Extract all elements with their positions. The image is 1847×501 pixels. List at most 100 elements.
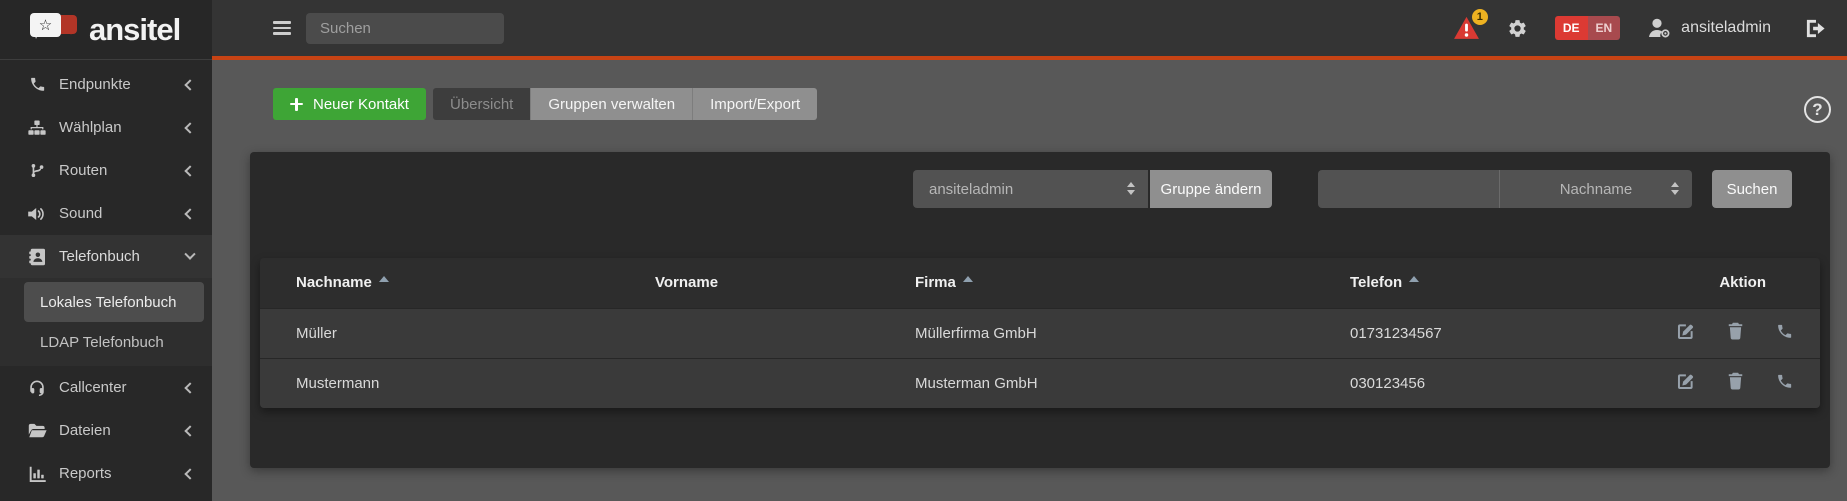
delete-contact-button[interactable] [1728,322,1743,340]
sidebar-subitem-label: Lokales Telefonbuch [40,294,177,311]
column-header-nachname[interactable]: Nachname [260,258,619,308]
cell-nachname: Mustermann [260,358,619,408]
sidebar-item-label: Endpunkte [59,76,186,93]
logout-button[interactable] [1804,18,1827,39]
contact-search-group: Nachname [1318,170,1692,208]
warning-notification-button[interactable]: 1 [1453,16,1480,40]
logout-icon [1804,18,1827,39]
chevron-left-icon [184,208,195,219]
cell-aktion [1554,308,1820,358]
group-select-value: ansiteladmin [929,181,1013,198]
column-header-telefon[interactable]: Telefon [1314,258,1554,308]
question-mark-icon: ? [1812,100,1822,120]
branch-icon [26,162,48,179]
tab-group: Übersicht Gruppen verwalten Import/Expor… [433,88,817,120]
ansitel-logo-icon: ☆ [30,12,80,48]
edit-icon [1676,372,1695,391]
cell-telefon: 030123456 [1314,358,1554,408]
new-contact-button[interactable]: Neuer Kontakt [273,88,426,120]
sidebar-item-label: Dateien [59,422,186,439]
chart-icon [26,466,48,482]
chevron-left-icon [184,382,195,393]
sidebar-item-callcenter[interactable]: Callcenter [0,366,212,409]
sitemap-icon [26,119,48,137]
sidebar: Endpunkte Wählplan Routen [0,60,212,501]
phone-icon [1776,373,1793,390]
trash-icon [1728,322,1743,340]
phone-icon [26,76,48,93]
chevron-left-icon [184,122,195,133]
call-contact-button[interactable] [1776,373,1793,390]
sidebar-subitem-ldap-telefonbuch[interactable]: LDAP Telefonbuch [0,322,212,362]
logo-bubble-white: ☆ [30,13,61,37]
sidebar-item-reports[interactable]: Reports [0,452,212,495]
sidebar-item-label: Callcenter [59,379,186,396]
search-button[interactable]: Suchen [1712,170,1792,208]
sidebar-subitem-lokales-telefonbuch[interactable]: Lokales Telefonbuch [24,282,204,322]
notification-count-badge: 1 [1472,9,1488,25]
brand-logo[interactable]: ☆ ansitel [0,0,212,60]
sidebar-subitem-label: LDAP Telefonbuch [40,334,164,351]
phonebook-panel: ansiteladmin Gruppe ändern Nachname Such… [250,152,1830,468]
chevron-left-icon [184,468,195,479]
sidebar-item-label: Wählplan [59,119,186,136]
settings-gear-button[interactable] [1507,18,1528,39]
volume-icon [26,206,48,222]
topbar-right-cluster: 1 DE EN [1453,16,1827,40]
chevron-left-icon [184,165,195,176]
call-contact-button[interactable] [1776,323,1793,340]
gear-icon [1507,18,1528,39]
cell-vorname [619,308,879,358]
tab-import-export[interactable]: Import/Export [692,88,817,120]
search-field-select[interactable]: Nachname [1500,170,1692,208]
lang-en-button[interactable]: EN [1588,16,1621,40]
sidebar-item-sound[interactable]: Sound [0,192,212,235]
help-button[interactable]: ? [1804,96,1831,123]
sidebar-item-label: Telefonbuch [59,248,186,265]
tab-uebersicht[interactable]: Übersicht [433,88,530,120]
table-header-row: Nachname Vorname Firma Telefon [260,258,1820,308]
plus-icon [290,98,303,111]
sidebar-item-waehlplan[interactable]: Wählplan [0,106,212,149]
column-header-vorname[interactable]: Vorname [619,258,879,308]
hamburger-menu-icon[interactable] [273,21,291,34]
lang-de-button[interactable]: DE [1555,16,1588,40]
username-label: ansiteladmin [1681,19,1771,37]
sidebar-item-endpunkte[interactable]: Endpunkte [0,63,212,106]
group-select[interactable]: ansiteladmin [913,170,1148,208]
app-window: ☆ ansitel 1 [0,0,1847,501]
user-icon [1647,18,1672,38]
sidebar-item-telefonbuch[interactable]: Telefonbuch [0,235,212,278]
new-contact-label: Neuer Kontakt [313,96,409,113]
chevron-left-icon [184,79,195,90]
tab-gruppen-verwalten[interactable]: Gruppen verwalten [530,88,692,120]
sidebar-item-routen[interactable]: Routen [0,149,212,192]
delete-contact-button[interactable] [1728,372,1743,390]
user-menu[interactable]: ansiteladmin [1647,18,1771,38]
cell-vorname [619,358,879,408]
topbar: ☆ ansitel 1 [0,0,1847,60]
change-group-button[interactable]: Gruppe ändern [1150,170,1272,208]
telefonbuch-submenu: Lokales Telefonbuch LDAP Telefonbuch [0,278,212,366]
chevron-left-icon [184,425,195,436]
sidebar-item-label: Sound [59,205,186,222]
search-field-value: Nachname [1560,181,1633,198]
cell-aktion [1554,358,1820,408]
global-search-input[interactable] [306,13,504,44]
sidebar-item-dateien[interactable]: Dateien [0,409,212,452]
column-header-firma[interactable]: Firma [879,258,1314,308]
sidebar-item-label: Routen [59,162,186,179]
trash-icon [1728,372,1743,390]
language-toggle: DE EN [1555,16,1620,40]
edit-contact-button[interactable] [1676,372,1695,391]
table-row: Müller Müllerfirma GmbH 01731234567 [260,308,1820,358]
edit-contact-button[interactable] [1676,322,1695,341]
sort-asc-icon [1409,276,1419,282]
contact-search-input[interactable] [1318,170,1500,208]
cell-nachname: Müller [260,308,619,358]
topbar-main: 1 DE EN [212,0,1847,60]
app-body: Endpunkte Wählplan Routen [0,60,1847,501]
star-icon: ☆ [39,18,52,33]
phone-icon [1776,323,1793,340]
table-row: Mustermann Musterman GmbH 030123456 [260,358,1820,408]
